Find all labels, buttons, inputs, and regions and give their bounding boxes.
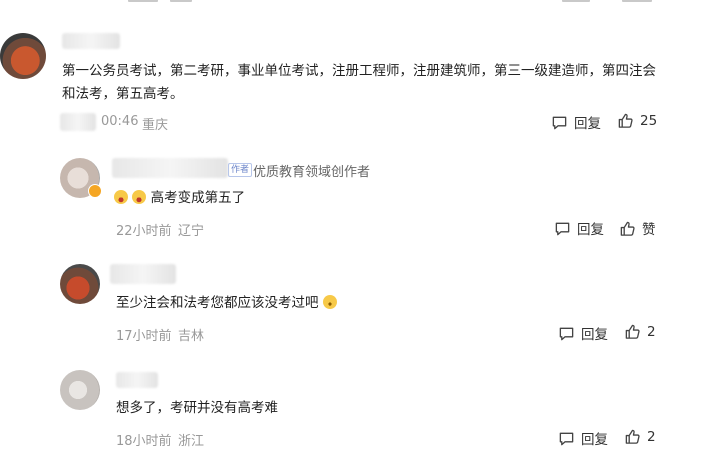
comment-text: 至少注会和法考您都应该没考过吧 bbox=[116, 295, 319, 311]
username-blurred[interactable] bbox=[112, 158, 228, 178]
smiley-icon bbox=[114, 190, 128, 204]
reply-button[interactable]: 回复 bbox=[558, 323, 608, 343]
like-count: 2 bbox=[647, 428, 656, 445]
comment-bubble-icon bbox=[555, 222, 570, 235]
like-button[interactable]: 25 bbox=[617, 112, 657, 129]
like-count: 2 bbox=[647, 323, 656, 340]
username-blurred[interactable] bbox=[110, 264, 176, 284]
avatar[interactable] bbox=[0, 33, 46, 79]
comment-text: 高考变成第五了 bbox=[150, 190, 246, 206]
like-count: 25 bbox=[640, 112, 658, 129]
comment-bubble-icon bbox=[559, 327, 574, 340]
username-blurred[interactable] bbox=[116, 372, 158, 388]
avatar[interactable] bbox=[60, 264, 100, 304]
comment-time: 00:46 bbox=[101, 114, 139, 129]
comment-location: 浙江 bbox=[178, 434, 205, 449]
comment-time: 18小时前 bbox=[116, 434, 172, 449]
like-button[interactable]: 赞 bbox=[619, 218, 656, 238]
thumbs-up-icon bbox=[625, 324, 640, 339]
smiley-icon bbox=[322, 295, 337, 309]
username-blurred[interactable] bbox=[62, 33, 120, 49]
thumbs-up-icon bbox=[625, 429, 640, 444]
reply-label: 回复 bbox=[577, 222, 604, 238]
like-button[interactable]: 2 bbox=[624, 323, 656, 340]
author-title: 优质教育领域创作者 bbox=[253, 165, 371, 180]
thumbs-up-icon bbox=[618, 113, 633, 128]
ip-tag-blurred bbox=[60, 113, 96, 131]
thumbs-up-icon bbox=[620, 221, 635, 236]
like-label: 赞 bbox=[642, 222, 656, 238]
comment-bubble-icon bbox=[552, 116, 567, 129]
comment-text: 第一公务员考试，第二考研，事业单位考试，注册工程师，注册建筑师，第三一级建造师，… bbox=[62, 63, 656, 102]
comment-time: 17小时前 bbox=[116, 329, 172, 344]
reply-label: 回复 bbox=[581, 327, 608, 343]
avatar[interactable] bbox=[60, 370, 100, 410]
reply-button[interactable]: 回复 bbox=[554, 218, 604, 238]
comment-bubble-icon bbox=[559, 432, 574, 445]
reply-label: 回复 bbox=[581, 432, 608, 448]
author-badge: 作者 bbox=[228, 163, 253, 177]
reply-button[interactable]: 回复 bbox=[558, 428, 608, 448]
verified-badge-icon bbox=[88, 184, 102, 198]
comment-text-row: 至少注会和法考您都应该没考过吧 bbox=[116, 292, 337, 315]
comment-location: 辽宁 bbox=[178, 224, 205, 239]
smiley-icon bbox=[132, 190, 147, 204]
reply-button[interactable]: 回复 bbox=[551, 112, 601, 132]
like-button[interactable]: 2 bbox=[624, 428, 656, 445]
top-cutoff-row bbox=[0, 0, 709, 6]
comment-time: 22小时前 bbox=[116, 224, 172, 239]
comment-text-row: 高考变成第五了 bbox=[114, 187, 245, 210]
comment-location: 重庆 bbox=[142, 118, 169, 133]
comment-text: 想多了，考研并没有高考难 bbox=[116, 400, 278, 416]
comment-location: 吉林 bbox=[178, 329, 205, 344]
reply-label: 回复 bbox=[574, 116, 601, 132]
